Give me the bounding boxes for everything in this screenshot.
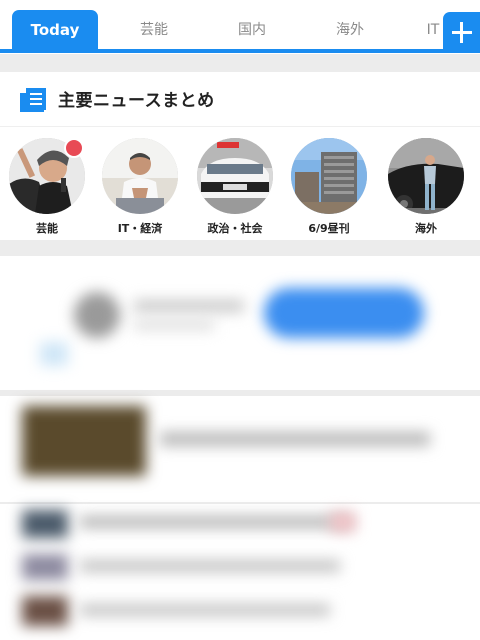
tab-underline — [0, 49, 480, 53]
category-thumbnail — [291, 138, 367, 214]
promo-avatar — [74, 292, 120, 338]
article-title — [80, 604, 330, 616]
promo-decoration — [40, 342, 68, 366]
newspaper-icon — [20, 88, 46, 112]
category-tabs: Today 芸能 国内 海外 IT — [0, 10, 480, 50]
tab-today[interactable]: Today — [12, 10, 98, 50]
promo-button[interactable] — [264, 288, 424, 338]
article-thumbnail — [22, 510, 68, 538]
digest-category-entertainment[interactable]: 芸能 — [8, 138, 86, 236]
category-label: 海外 — [415, 222, 437, 235]
category-label: IT・経済 — [117, 222, 163, 235]
tab-entertainment[interactable]: 芸能 — [112, 10, 196, 50]
digest-header[interactable]: 主要ニュースまとめ — [0, 72, 480, 127]
add-tab-button[interactable] — [443, 12, 480, 52]
digest-title: 主要ニュースまとめ — [58, 91, 215, 111]
digest-category-noon-edition[interactable]: 6/9昼刊 — [290, 138, 368, 236]
category-thumbnail — [197, 138, 273, 214]
promo-text — [134, 300, 244, 312]
article-title — [80, 560, 340, 572]
article-thumbnail — [22, 554, 68, 580]
digest-category-it-economy[interactable]: IT・経済 — [101, 138, 179, 236]
news-digest-section: 主要ニュースまとめ 芸能 IT・経済 政治・社会 6/9昼刊 海外 — [0, 72, 480, 240]
promo-card[interactable] — [0, 256, 480, 390]
tab-international[interactable]: 海外 — [308, 10, 392, 50]
featured-article[interactable] — [0, 396, 480, 502]
tab-bar: Today 芸能 国内 海外 IT — [0, 0, 480, 54]
article-thumbnail — [22, 596, 68, 626]
article-badge — [330, 512, 356, 532]
unread-badge — [64, 138, 84, 158]
tab-domestic[interactable]: 国内 — [210, 10, 294, 50]
article-title — [80, 516, 350, 528]
digest-category-international[interactable]: 海外 — [387, 138, 465, 236]
article-list — [0, 504, 480, 640]
category-label: 芸能 — [36, 222, 58, 235]
digest-category-politics-society[interactable]: 政治・社会 — [196, 138, 274, 236]
category-label: 政治・社会 — [207, 222, 263, 235]
category-thumbnail — [388, 138, 464, 214]
article-thumbnail — [22, 406, 146, 476]
category-thumbnail — [102, 138, 178, 214]
article-title — [160, 432, 430, 446]
promo-text — [134, 320, 214, 330]
category-label: 6/9昼刊 — [308, 222, 350, 235]
